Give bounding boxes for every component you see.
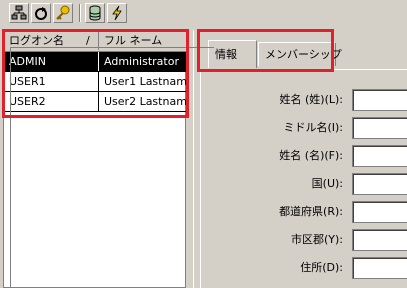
country-input[interactable]: [352, 173, 407, 195]
address-input[interactable]: [352, 257, 407, 279]
refresh-button[interactable]: [31, 3, 51, 23]
key-button[interactable]: [53, 3, 73, 23]
database-button[interactable]: [85, 3, 105, 23]
middle-name-input[interactable]: [352, 117, 407, 139]
network-users-button[interactable]: [9, 3, 29, 23]
database-icon: [89, 5, 101, 21]
tab-membership[interactable]: メンバーシップ: [258, 42, 342, 66]
key-icon: [56, 5, 70, 20]
last-name-label: 姓名 (姓)(L):: [279, 93, 344, 106]
column-header-full-name-label: フル ネーム: [104, 34, 163, 47]
prefecture-input[interactable]: [352, 201, 407, 223]
first-name-input[interactable]: [352, 145, 407, 167]
lightning-button[interactable]: [107, 3, 127, 23]
last-name-input[interactable]: [352, 89, 407, 111]
country-label: 国(U):: [311, 177, 343, 190]
network-users-icon: [11, 5, 27, 20]
first-name-label: 姓名 (名)(F):: [279, 149, 343, 162]
column-header-login-label: ログオン名: [9, 34, 64, 47]
form-group: [10, 47, 214, 288]
prefecture-label: 都道府県(R):: [279, 205, 343, 218]
tab-membership-label: メンバーシップ: [265, 48, 342, 61]
tab-info-label: 情報: [215, 48, 237, 61]
refresh-icon: [35, 7, 47, 20]
city-label: 市区郡(Y):: [290, 233, 343, 246]
toolbar: [0, 0, 407, 27]
middle-name-label: ミドル名(I):: [283, 121, 343, 134]
tab-info[interactable]: 情報: [208, 40, 257, 68]
city-input[interactable]: [352, 229, 407, 251]
toolbar-separator: [79, 4, 81, 22]
lightning-icon: [112, 5, 122, 21]
address-label: 住所(D):: [300, 261, 343, 274]
